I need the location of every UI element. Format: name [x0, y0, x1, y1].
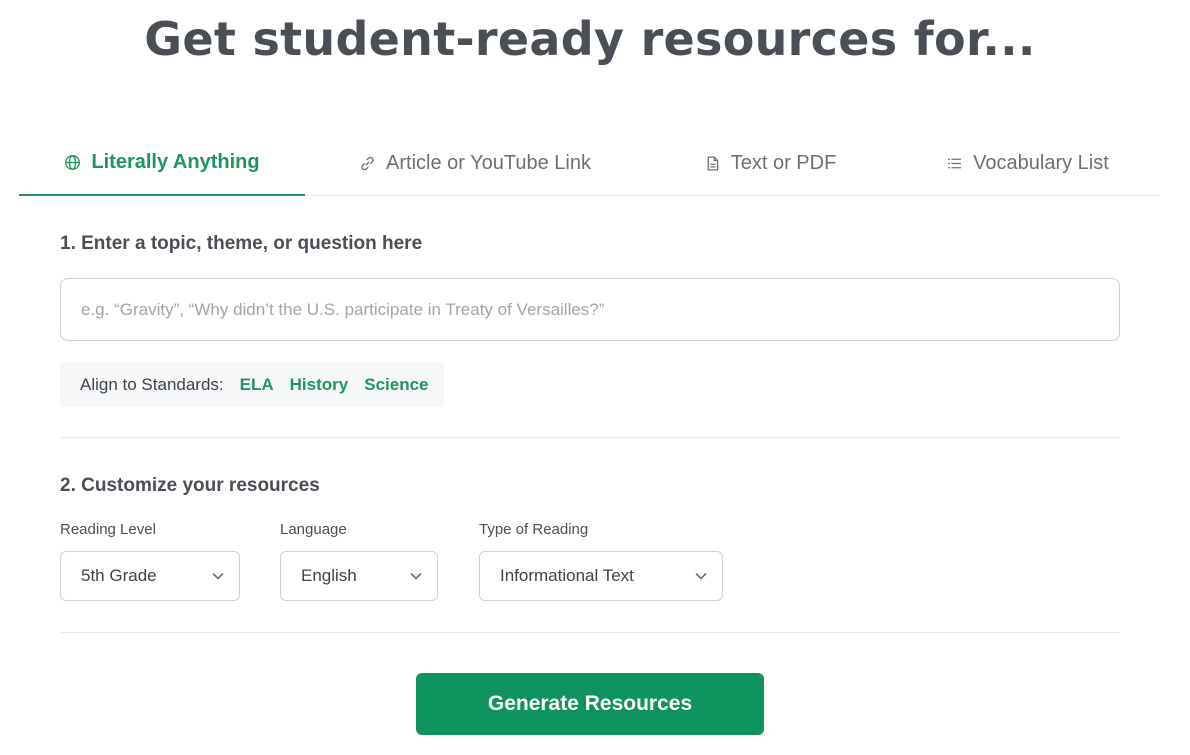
tab-text-pdf[interactable]: Text or PDF: [645, 130, 895, 196]
reading-level-label: Reading Level: [60, 521, 156, 538]
step-1-heading: 1. Enter a topic, theme, or question her…: [60, 233, 423, 254]
tab-article-link[interactable]: Article or YouTube Link: [305, 130, 645, 196]
link-icon: [361, 156, 374, 170]
tab-label: Text or PDF: [730, 151, 837, 174]
source-tabs: Literally Anything Article or YouTube Li…: [19, 130, 1160, 196]
page: Get student-ready resources for... Liter…: [0, 0, 1190, 755]
document-icon: [707, 155, 718, 171]
globe-icon: [65, 154, 81, 170]
standard-science[interactable]: Science: [364, 375, 428, 395]
reading-level-select[interactable]: 5th Grade: [60, 551, 240, 601]
reading-type-label: Type of Reading: [479, 521, 589, 538]
generate-resources-button[interactable]: Generate Resources: [416, 673, 764, 735]
language-select[interactable]: English: [280, 551, 438, 601]
page-title: Get student-ready resources for...: [144, 12, 1036, 66]
divider: [60, 437, 1120, 438]
select-value: 5th Grade: [81, 566, 157, 585]
step-2-heading: 2. Customize your resources: [60, 475, 320, 496]
tab-label: Vocabulary List: [973, 151, 1109, 174]
chevron-down-icon: [695, 573, 707, 580]
tab-literally-anything[interactable]: Literally Anything: [19, 130, 305, 196]
standard-ela[interactable]: ELA: [240, 375, 274, 395]
language-label: Language: [280, 521, 347, 538]
divider: [60, 632, 1120, 633]
chevron-down-icon: [212, 573, 224, 580]
topic-input[interactable]: [60, 278, 1120, 341]
tab-label: Literally Anything: [91, 150, 260, 173]
standards-bar: Align to Standards: ELA History Science: [60, 362, 444, 407]
standards-label: Align to Standards:: [80, 374, 224, 394]
standard-history[interactable]: History: [290, 375, 349, 395]
reading-type-select[interactable]: Informational Text: [479, 551, 723, 601]
select-value: Informational Text: [500, 566, 634, 585]
tab-label: Article or YouTube Link: [386, 151, 591, 174]
tab-vocabulary-list[interactable]: Vocabulary List: [895, 130, 1160, 196]
select-value: English: [301, 566, 357, 585]
chevron-down-icon: [410, 573, 422, 580]
list-icon: [948, 158, 962, 168]
